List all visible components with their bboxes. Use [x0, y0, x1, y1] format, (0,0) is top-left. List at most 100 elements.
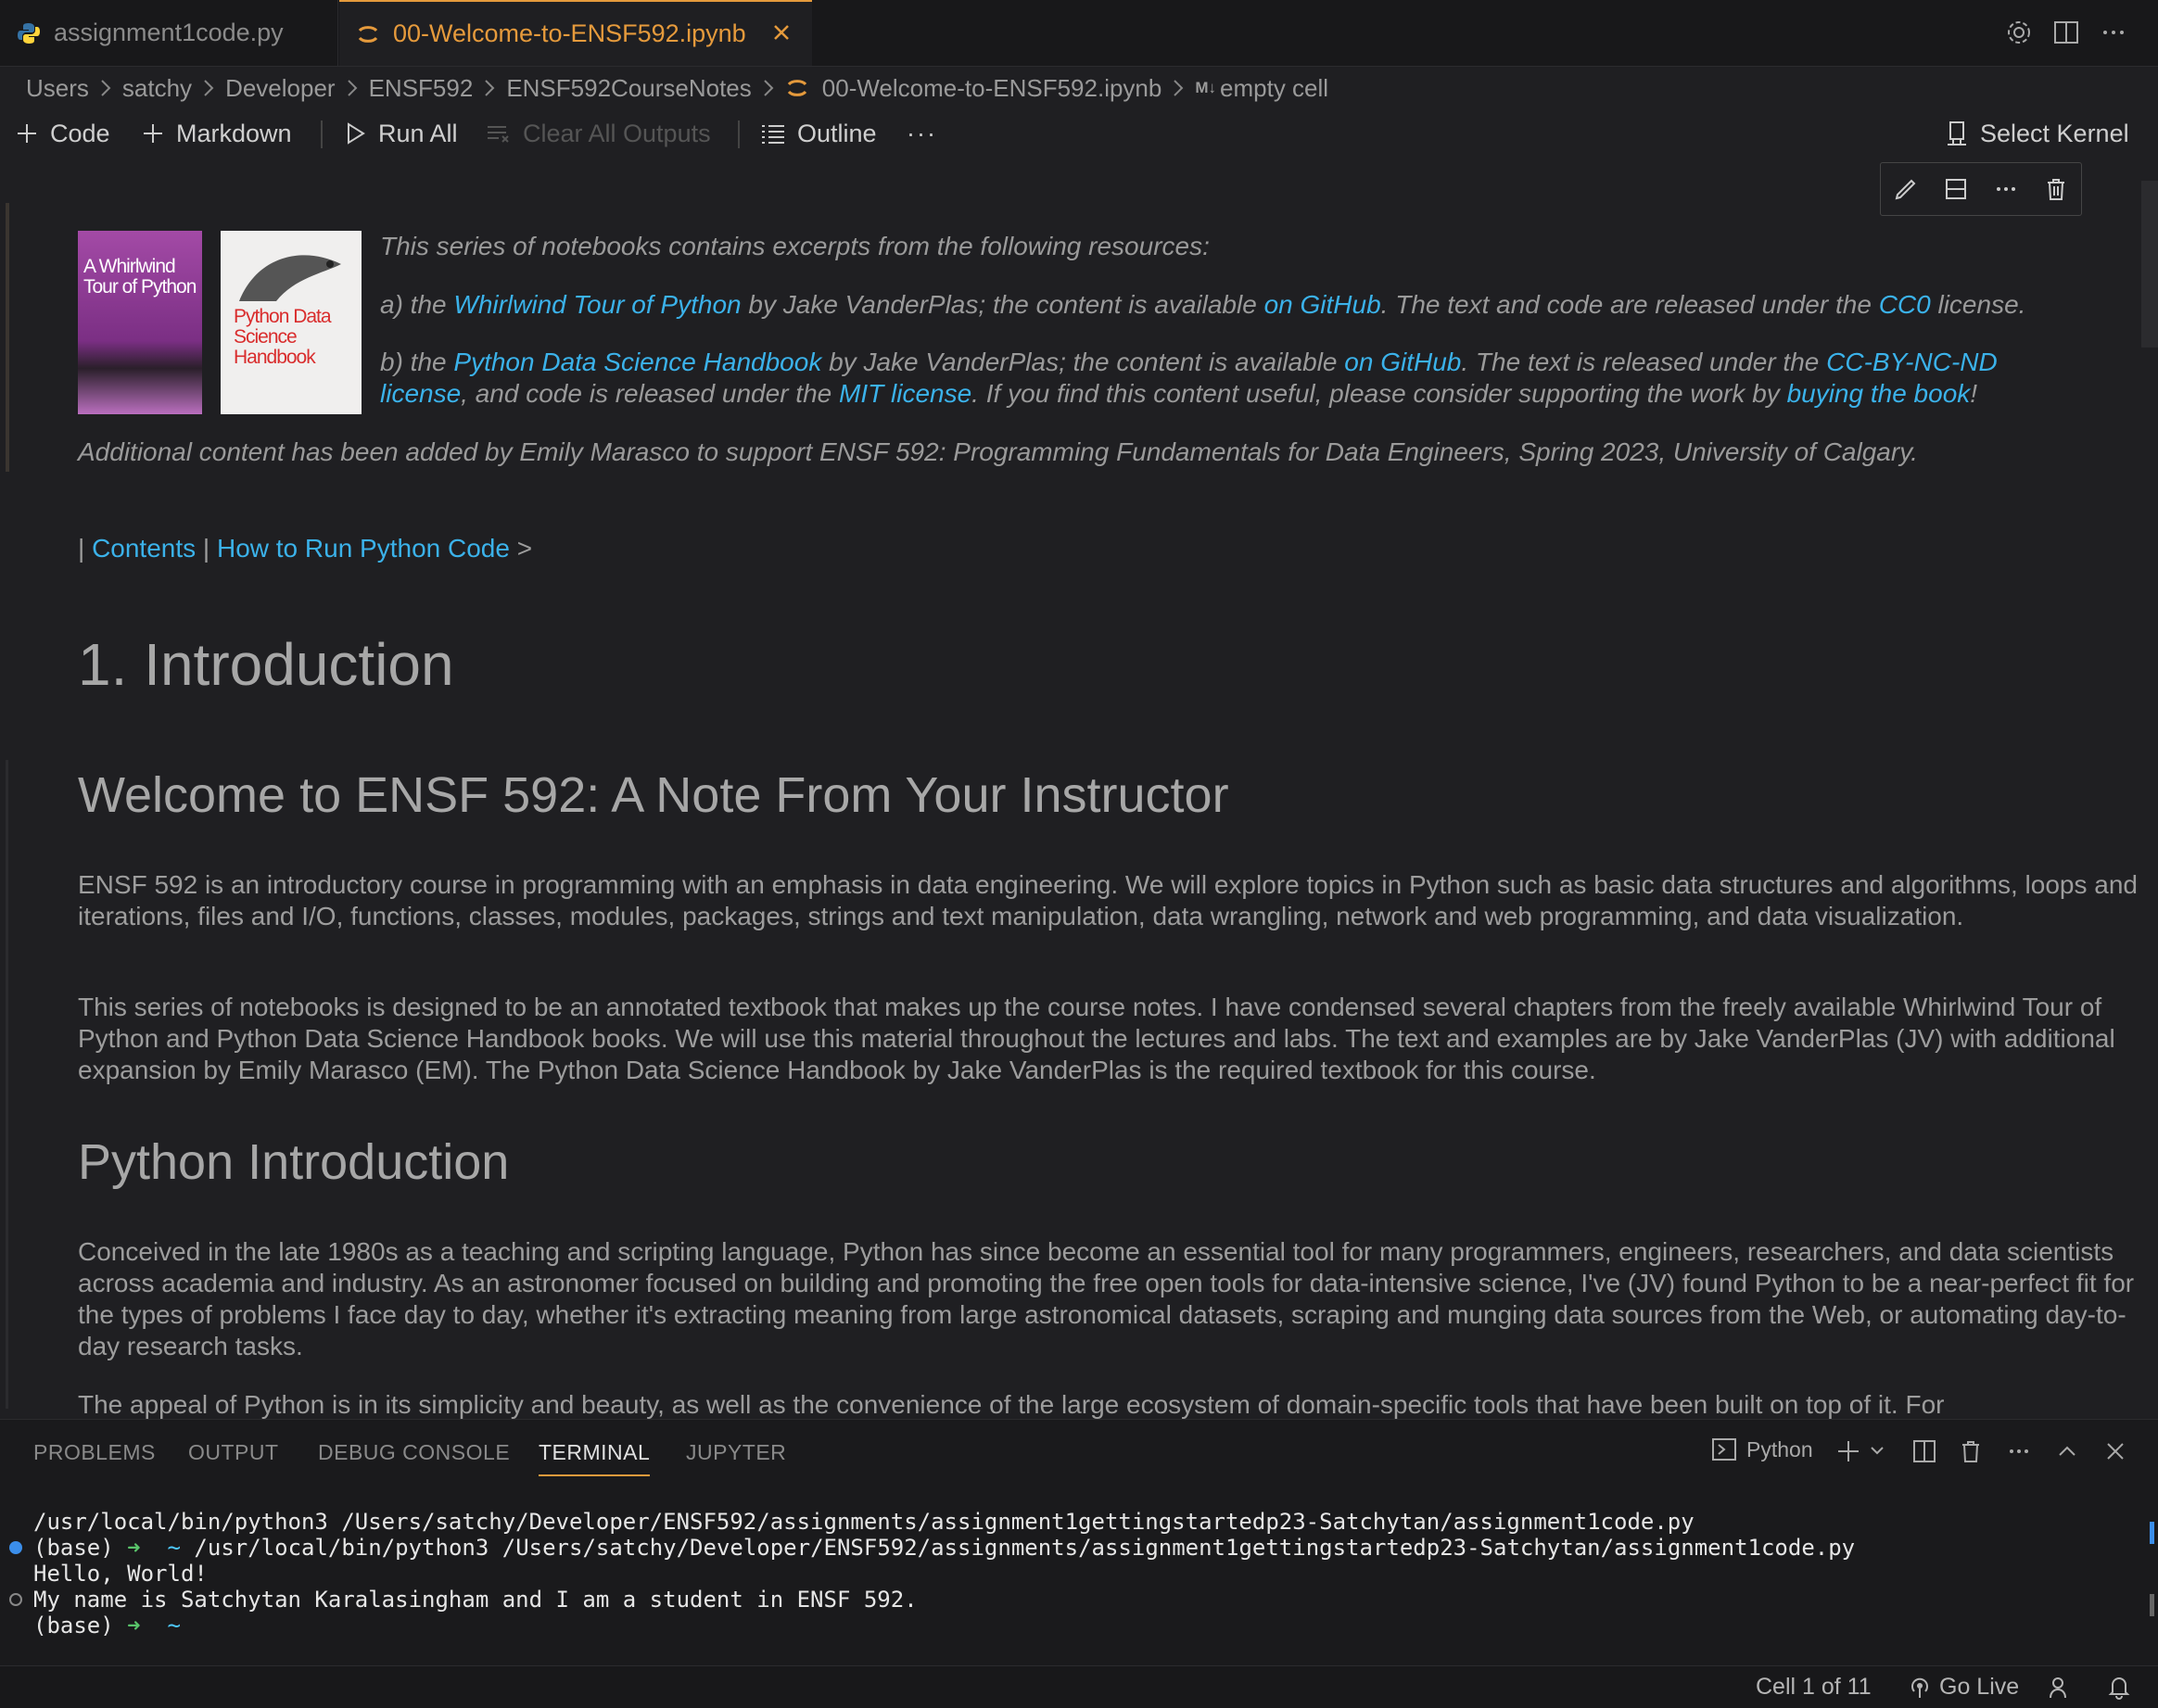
divider	[321, 120, 323, 148]
breadcrumb-item[interactable]: Developer	[225, 74, 336, 103]
mit-license-link[interactable]: MIT license	[839, 379, 971, 408]
more-actions-icon[interactable]	[2100, 19, 2127, 46]
button-label: Run All	[378, 119, 458, 147]
scrollbar-thumb[interactable]	[2141, 181, 2158, 348]
paragraph: The appeal of Python is in its simplicit…	[78, 1390, 1945, 1419]
text: license.	[1930, 290, 2026, 319]
cc-license-link[interactable]: license	[380, 379, 461, 408]
kernel-icon	[1948, 121, 1966, 145]
split-cell-icon[interactable]	[1943, 176, 1969, 202]
trash-icon[interactable]	[2043, 176, 2069, 202]
command: /usr/local/bin/python3 /Users/satchy/Dev…	[180, 1535, 1856, 1561]
breadcrumb-item[interactable]: empty cell	[1220, 74, 1328, 103]
text: , and code is released under the	[461, 379, 840, 408]
prompt-arrow: ➜	[127, 1613, 141, 1638]
cell-indicator[interactable]: Cell 1 of 11	[1756, 1674, 1872, 1701]
terminal-line: (base) ➜ ~	[33, 1613, 1855, 1638]
divider	[738, 120, 740, 148]
shell-label: Python	[1746, 1436, 1813, 1461]
text: !	[1970, 379, 1978, 408]
gear-icon[interactable]	[2005, 19, 2033, 46]
chevron-down-icon[interactable]	[1869, 1442, 1885, 1459]
chevron-right-icon	[203, 79, 214, 97]
more-icon[interactable]	[2006, 1438, 2032, 1464]
cc-license-link[interactable]: CC-BY-NC-ND	[1826, 348, 1998, 376]
tab-welcome-notebook[interactable]: 00-Welcome-to-ENSF592.ipynb	[339, 0, 812, 66]
more-icon[interactable]	[1993, 176, 2019, 202]
paragraph: This series of notebooks is designed to …	[78, 993, 2115, 1084]
panel-tab-debug-console[interactable]: DEBUG CONSOLE	[318, 1440, 510, 1465]
split-terminal-icon[interactable]	[1911, 1438, 1937, 1464]
contents-link[interactable]: Contents	[92, 534, 196, 563]
nav-links: | Contents | How to Run Python Code >	[78, 533, 2145, 564]
breadcrumb-item[interactable]: Users	[26, 74, 89, 103]
button-label: Outline	[797, 119, 877, 147]
text: by Jake VanderPlas; the content is avail…	[741, 290, 1264, 319]
go-live-button[interactable]: Go Live	[1908, 1674, 2019, 1701]
play-icon	[348, 122, 365, 145]
clear-all-outputs-button[interactable]: Clear All Outputs	[486, 113, 711, 154]
pdsh-link[interactable]: Python Data Science Handbook	[453, 348, 821, 376]
prompt-env: (base)	[33, 1535, 128, 1561]
panel-tab-problems[interactable]: PROBLEMS	[33, 1440, 156, 1465]
text: a) the	[380, 290, 454, 319]
panel-tab-output[interactable]: OUTPUT	[188, 1440, 279, 1465]
panel-tab-jupyter[interactable]: JUPYTER	[686, 1440, 786, 1465]
whirlwind-book-cover: A Whirlwind Tour of Python	[78, 231, 202, 414]
tab-label: 00-Welcome-to-ENSF592.ipynb	[393, 19, 746, 47]
breadcrumb-item[interactable]: satchy	[122, 74, 192, 103]
heading-welcome: Welcome to ENSF 592: A Note From Your In…	[78, 767, 1229, 823]
breadcrumb-item[interactable]: ENSF592	[369, 74, 474, 103]
notebook-toolbar: Code Markdown Run All Clear All Outputs …	[0, 113, 2158, 154]
next-page-link[interactable]: How to Run Python Code	[217, 534, 510, 563]
github-link[interactable]: on GitHub	[1264, 290, 1381, 319]
resource-b: b) the Python Data Science Handbook by J…	[380, 347, 2123, 410]
jupyter-icon	[356, 22, 380, 46]
plus-icon	[144, 124, 162, 143]
button-label: Select Kernel	[1980, 119, 2129, 147]
text: . If you find this content useful, pleas…	[971, 379, 1787, 408]
feedback-icon[interactable]	[2049, 1674, 2075, 1700]
chevron-right-icon	[763, 79, 774, 97]
text: |	[78, 534, 93, 563]
plus-icon	[18, 124, 36, 143]
button-label: Code	[50, 119, 110, 147]
paragraph: ENSF 592 is an introductory course in pr…	[78, 870, 2138, 930]
tab-label: assignment1code.py	[54, 19, 284, 46]
close-icon[interactable]	[769, 20, 793, 44]
prompt-dir: ~	[140, 1613, 181, 1638]
add-code-cell-button[interactable]: Code	[15, 113, 110, 154]
chevron-right-icon	[347, 79, 358, 97]
tab-bar: assignment1code.py 00-Welcome-to-ENSF592…	[0, 0, 2158, 67]
panel-tab-terminal[interactable]: TERMINAL	[539, 1440, 651, 1476]
run-all-button[interactable]: Run All	[343, 113, 458, 154]
cc0-link[interactable]: CC0	[1879, 290, 1931, 319]
notebook-editor[interactable]: A Whirlwind Tour of Python Python Data S…	[0, 162, 2158, 1419]
terminal-output[interactable]: /usr/local/bin/python3 /Users/satchy/Dev…	[33, 1509, 1855, 1638]
breadcrumb-item[interactable]: ENSF592CourseNotes	[506, 74, 751, 103]
maximize-panel-icon[interactable]	[2054, 1438, 2080, 1464]
edit-icon[interactable]	[1893, 176, 1919, 202]
github-link[interactable]: on GitHub	[1344, 348, 1461, 376]
split-editor-icon[interactable]	[2052, 19, 2080, 46]
pdsh-book-cover: Python Data Science Handbook	[221, 231, 362, 414]
trash-icon[interactable]	[1958, 1438, 1984, 1464]
notifications-bell-icon[interactable]	[2106, 1674, 2132, 1700]
terminal-shell-selector[interactable]: Python	[1711, 1436, 1813, 1462]
buy-book-link[interactable]: buying the book	[1787, 379, 1971, 408]
outline-button[interactable]: Outline	[760, 113, 877, 154]
tab-assignment1code[interactable]: assignment1code.py	[0, 0, 338, 66]
bottom-panel: PROBLEMS OUTPUT DEBUG CONSOLE TERMINAL J…	[0, 1419, 2158, 1666]
text: b) the	[380, 348, 454, 376]
cell-focus-indicator	[6, 760, 8, 1409]
list-icon	[762, 125, 784, 144]
close-icon[interactable]	[2102, 1438, 2128, 1464]
new-terminal-icon[interactable]	[1835, 1438, 1861, 1464]
text: |	[196, 534, 217, 563]
breadcrumb-item[interactable]: 00-Welcome-to-ENSF592.ipynb	[822, 74, 1162, 103]
more-icon[interactable]: ···	[907, 113, 937, 154]
whirlwind-link[interactable]: Whirlwind Tour of Python	[453, 290, 741, 319]
select-kernel-button[interactable]: Select Kernel	[1945, 113, 2129, 154]
scrollbar-marker	[2150, 1522, 2154, 1544]
add-markdown-cell-button[interactable]: Markdown	[141, 113, 292, 154]
